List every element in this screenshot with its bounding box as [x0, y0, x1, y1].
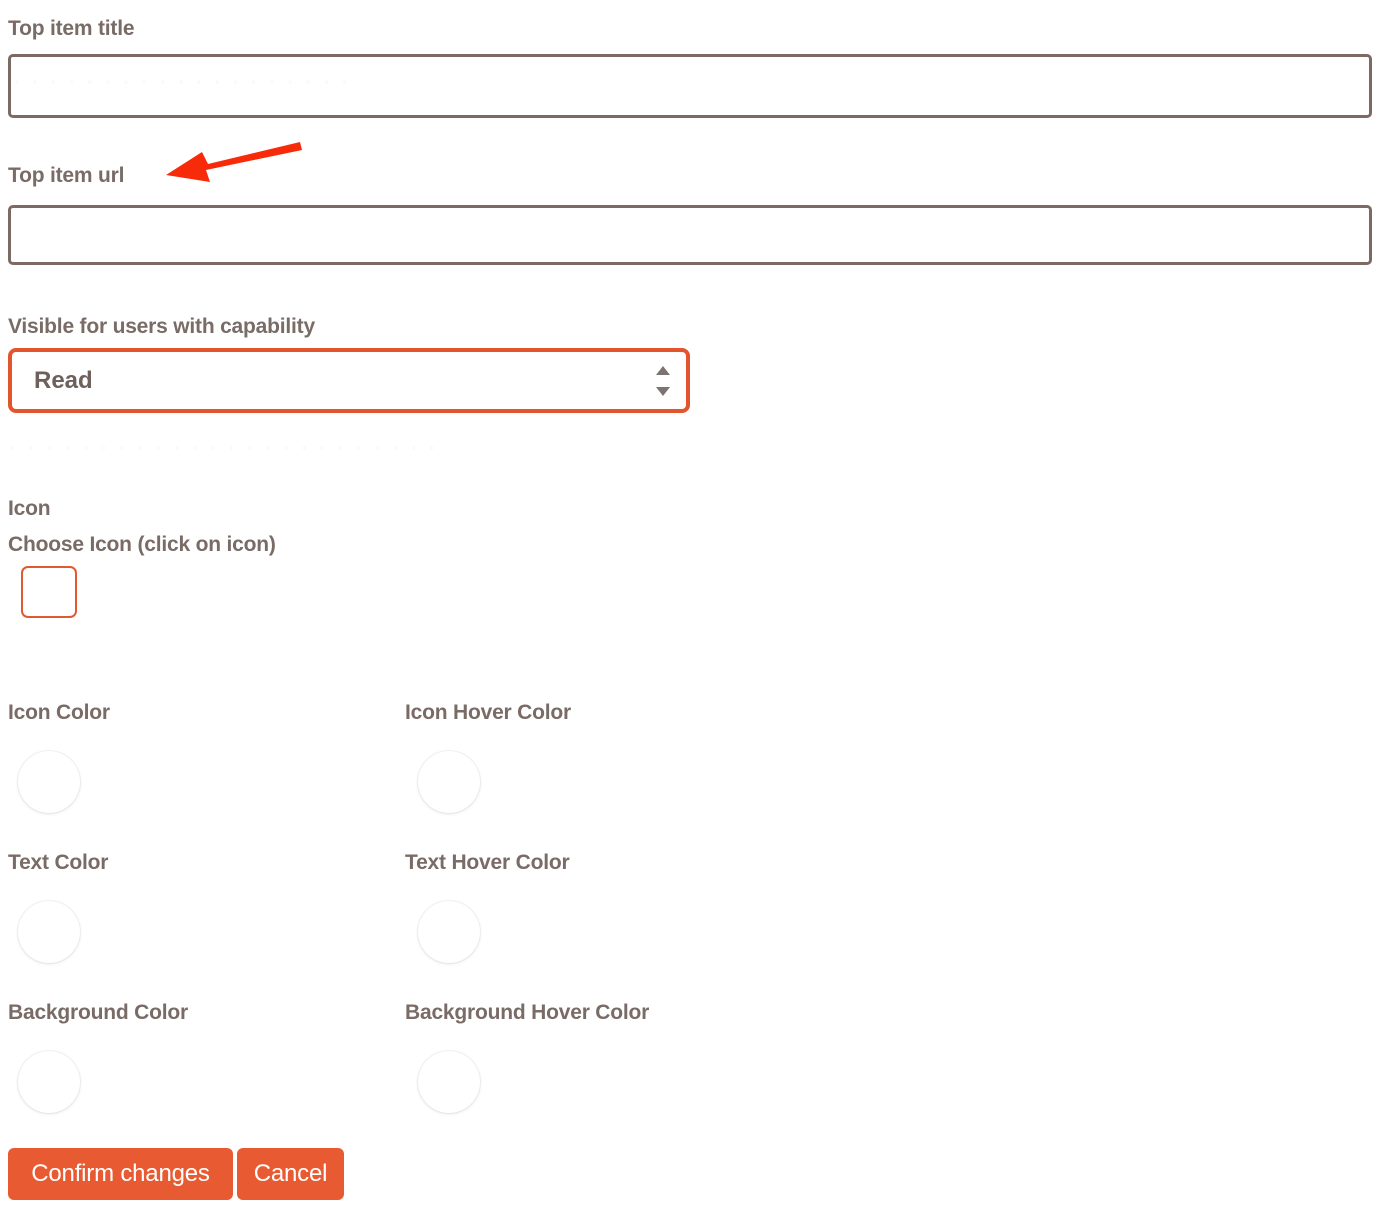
- visible-capability-label: Visible for users with capability: [8, 315, 315, 338]
- top-item-url-input[interactable]: [8, 205, 1372, 265]
- top-item-title-input[interactable]: [8, 54, 1372, 118]
- visible-capability-select[interactable]: Read: [12, 352, 686, 409]
- text-color-label: Text Color: [8, 851, 109, 874]
- icon-section-heading: Icon: [8, 497, 51, 520]
- choose-icon-box[interactable]: [21, 566, 77, 618]
- cancel-button[interactable]: Cancel: [237, 1148, 344, 1200]
- text-hover-color-label: Text Hover Color: [405, 851, 570, 874]
- background-hover-color-label: Background Hover Color: [405, 1001, 650, 1024]
- annotation-arrow-icon: [166, 142, 302, 182]
- settings-form: Top item title · · · · · · · · · · · · ·…: [0, 0, 1398, 1214]
- top-item-url-label: Top item url: [8, 164, 125, 187]
- text-color-swatch[interactable]: [18, 901, 80, 963]
- text-hover-color-swatch[interactable]: [418, 901, 480, 963]
- top-item-title-label: Top item title: [8, 17, 135, 40]
- choose-icon-label: Choose Icon (click on icon): [8, 533, 276, 556]
- icon-hover-color-label: Icon Hover Color: [405, 701, 571, 724]
- icon-hover-color-swatch[interactable]: [418, 751, 480, 813]
- icon-color-swatch[interactable]: [18, 751, 80, 813]
- render-artifact-band-2: · · · · · · · · · · · · · · · · · · · · …: [10, 438, 439, 461]
- background-hover-color-swatch[interactable]: [418, 1051, 480, 1113]
- icon-color-label: Icon Color: [8, 701, 110, 724]
- background-color-swatch[interactable]: [18, 1051, 80, 1113]
- visible-capability-select-wrap[interactable]: Read: [8, 348, 690, 413]
- confirm-changes-button[interactable]: Confirm changes: [8, 1148, 233, 1200]
- background-color-label: Background Color: [8, 1001, 188, 1024]
